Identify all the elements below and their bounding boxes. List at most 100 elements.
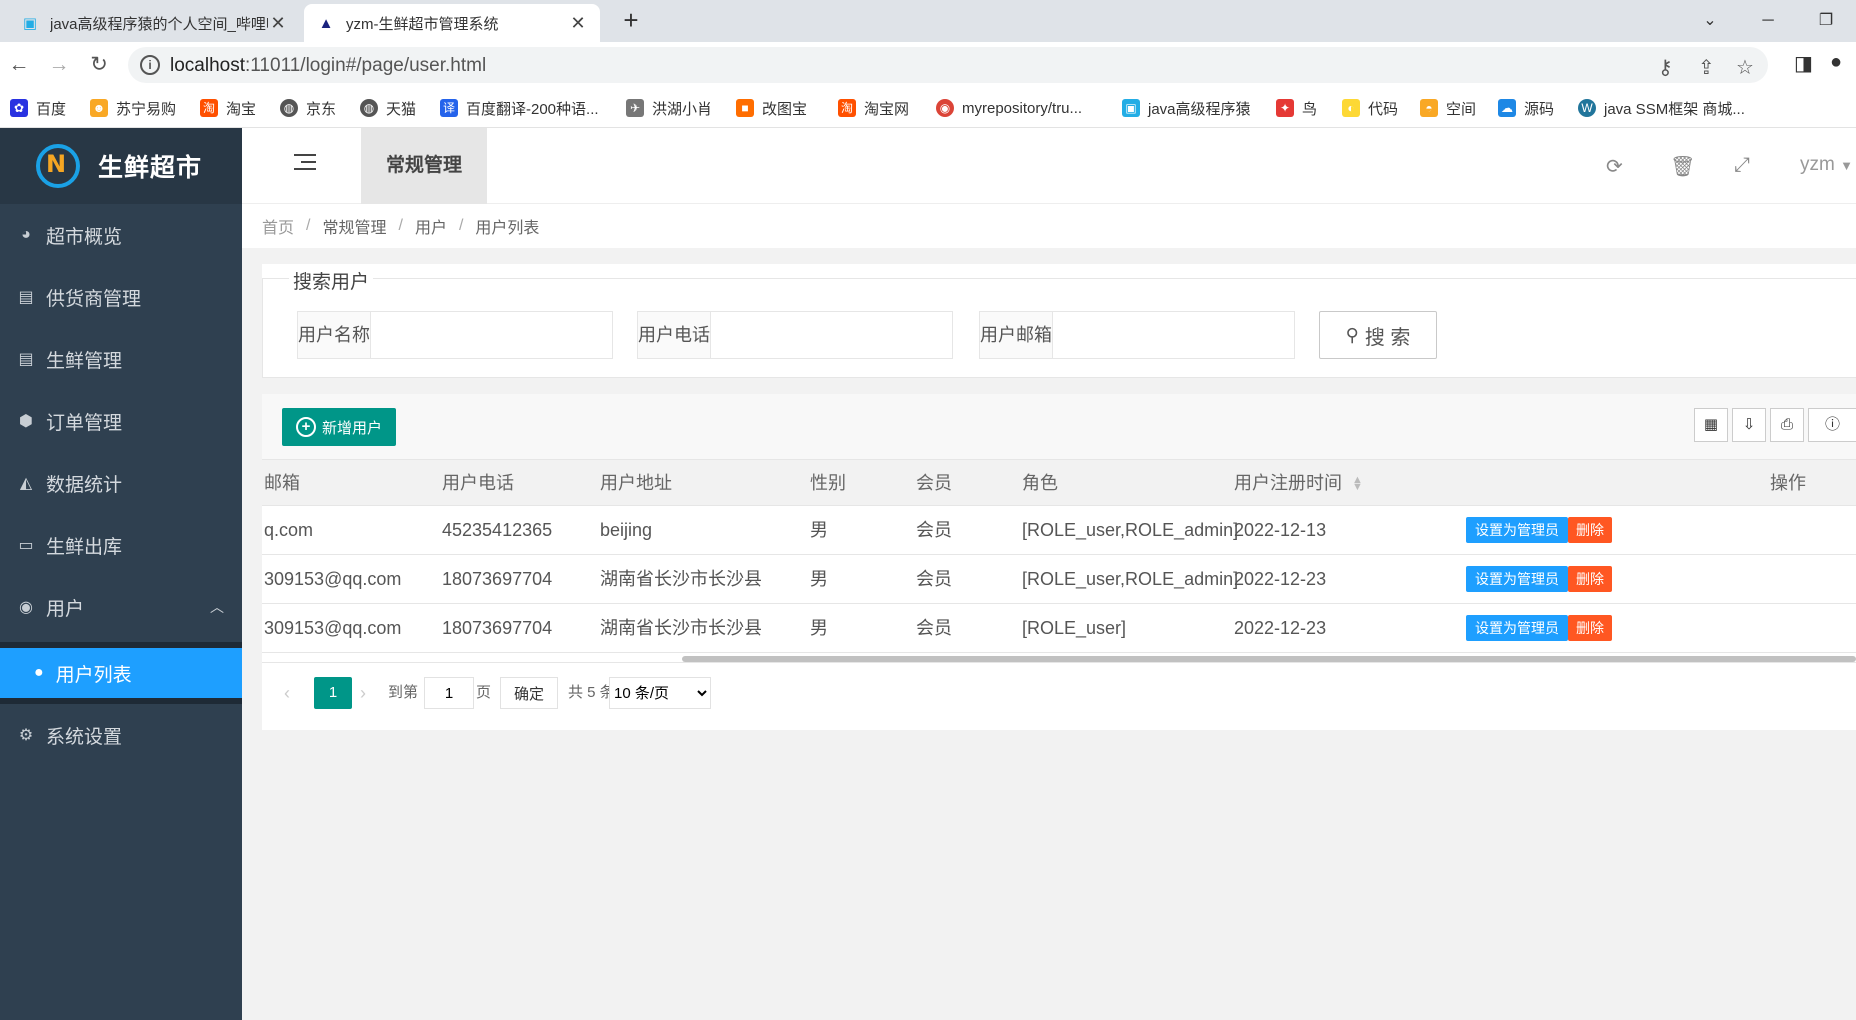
sort-icon[interactable]: ▲ ▼ [1352,475,1363,493]
delete-button[interactable]: 删除 [1568,566,1612,592]
bird-icon: ✦ [1276,99,1294,117]
cell-role: [ROLE_user] [1022,618,1127,638]
breadcrumb-item[interactable]: 常规管理 [322,214,386,238]
columns-icon[interactable]: ▦ [1694,408,1728,442]
share-icon[interactable]: ⇪ [1698,55,1715,80]
page-size-select[interactable]: 10 条/页 [609,677,711,709]
sidebar-item-fresh[interactable]: ▤ 生鲜管理 [0,328,242,390]
cell-address: 湖南省长沙市长沙县 [600,569,762,589]
prev-page-icon[interactable]: ‹ [284,677,290,709]
refresh-icon[interactable]: ⟳ [1606,154,1623,179]
sidebar-item-orders[interactable]: ⬢ 订单管理 [0,390,242,452]
field-label: 用户邮箱 [980,312,1053,358]
bookmark-item[interactable]: ✈ 洪湖小肖 [626,97,712,119]
username-input[interactable] [371,312,612,358]
bookmark-item[interactable]: 淘淘宝 [200,97,256,119]
bookmark-label: 代码 [1368,100,1399,118]
dashboard-icon: ◕ [21,226,31,243]
reload-icon[interactable]: ↻ [84,50,114,80]
browser-tab-bilibili[interactable]: ▣ java高级程序猿的个人空间_哔哩哔哩 ✕ [8,4,300,42]
export-icon[interactable]: ⇩ [1732,408,1766,442]
table-row: q.com 45235412365 beijing 男 会员 [ROLE_use… [262,506,1856,555]
search-button[interactable]: ⚲ 搜 索 [1319,311,1437,359]
bookmark-label: 空间 [1446,100,1477,118]
menu-toggle-icon[interactable] [294,154,316,172]
phone-input[interactable] [711,312,952,358]
close-icon[interactable]: ✕ [568,13,588,34]
print-icon[interactable]: ⎙ [1770,408,1804,442]
sidebar-item-suppliers[interactable]: ▤ 供货商管理 [0,266,242,328]
taobao-icon: 淘 [200,99,218,117]
bookmark-item[interactable]: ■ 改图宝 [736,97,807,119]
profile-icon[interactable]: ● [1830,51,1842,74]
bookmark-label: 源码 [1524,100,1555,118]
bookmark-item[interactable]: ☻ 苏宁易购 [90,97,176,119]
sidebar-item-settings[interactable]: ⚙ 系统设置 [0,704,242,766]
back-icon[interactable]: ← [4,50,34,80]
breadcrumb-item[interactable]: 用户 [415,214,447,238]
bookmark-item[interactable]: 淘淘宝网 [838,97,909,119]
table-panel: + 新增用户 ▦ ⇩ ⎙ ⓘ 邮箱 用户电话 用户地址 性别 会员 角色 用户注册… [262,394,1856,730]
minimize-icon[interactable]: ─ [1748,6,1788,36]
tab-general-management[interactable]: 常规管理 [361,128,487,204]
next-page-icon[interactable]: › [360,677,366,709]
tab-search-icon[interactable]: ⌄ [1690,6,1730,36]
forward-icon[interactable]: → [44,50,74,80]
sidebar-item-overview[interactable]: ◕ 超市概览 [0,204,242,266]
star-icon[interactable]: ☆ [1736,55,1754,80]
add-user-button[interactable]: + 新增用户 [282,408,396,446]
current-page[interactable]: 1 [314,677,352,709]
email-input[interactable] [1053,312,1294,358]
set-admin-button[interactable]: 设置为管理员 [1466,566,1568,592]
cell-date: 2022-12-23 [1234,618,1327,638]
sidepanel-icon[interactable]: ◨ [1794,51,1813,76]
cell-phone: 18073697704 [442,569,553,589]
delete-button[interactable]: 删除 [1568,517,1612,543]
sidebar-item-label: 订单管理 [46,412,123,434]
column-header: 操作 [1770,473,1806,493]
bookmark-item[interactable]: ◓ 空间 [1420,97,1476,119]
bookmark-item[interactable]: Wjava SSM框架 商城... [1578,97,1745,119]
set-admin-button[interactable]: 设置为管理员 [1466,517,1568,543]
new-tab-button[interactable]: + [616,6,646,36]
breadcrumb-item[interactable]: 首页 [262,214,294,238]
info-icon[interactable]: ⓘ [1808,408,1856,442]
delete-button[interactable]: 删除 [1568,615,1612,641]
bookmark-item[interactable]: ◍ 京东 [280,97,336,119]
column-header-sortable[interactable]: 用户注册时间 ▲ ▼ [1234,460,1363,506]
bookmark-item[interactable]: ◐ 代码 [1342,97,1398,119]
bird-icon: ✈ [626,99,644,117]
sidebar-item-label: 生鲜管理 [46,350,123,372]
browser-tab-app[interactable]: ▲ yzm-生鲜超市管理系统 ✕ [304,4,600,42]
sidebar-item-outbound[interactable]: ▭ 生鲜出库 [0,514,242,576]
cell-address: beijing [600,520,653,540]
fullscreen-icon[interactable]: ⤢ [1734,154,1750,177]
site-info-icon[interactable]: i [140,55,160,75]
column-header: 邮箱 [264,473,300,493]
bookmark-item[interactable]: ◍ 天猫 [360,97,416,119]
trash-icon[interactable]: 🗑 [1670,154,1695,179]
app-icon: ▲ [318,14,334,32]
sidebar-item-stats[interactable]: ◭ 数据统计 [0,452,242,514]
user-menu[interactable]: yzm ▼ [1800,154,1853,176]
sidebar-item-users[interactable]: ◉ 用户 ︿ [0,576,242,638]
page-number-input[interactable] [424,677,474,709]
set-admin-button[interactable]: 设置为管理员 [1466,615,1568,641]
url-field[interactable]: i localhost:11011/login#/page/user.html … [128,47,1768,83]
maximize-icon[interactable]: ❐ [1806,6,1846,36]
bookmark-item[interactable]: ◉ myrepository/tru... [936,97,1082,119]
bookmark-item[interactable]: 译百度翻译-200种语... [440,97,599,119]
bookmark-item[interactable]: ✿ 百度 [10,97,66,119]
close-icon[interactable]: ✕ [268,13,288,34]
sidebar-item-user-list[interactable]: ● 用户列表 [0,648,242,698]
sidebar-submenu: ● 用户列表 [0,642,242,704]
logo[interactable]: 生鲜超市 [0,128,242,204]
sidebar-item-label: 超市概览 [46,226,123,248]
bookmark-item[interactable]: ✦ 鸟 [1276,97,1317,119]
key-icon[interactable]: ⚷ [1658,55,1673,80]
bookmark-item[interactable]: ☁ 源码 [1498,97,1554,119]
confirm-page-button[interactable]: 确定 [500,677,558,709]
bookmark-item[interactable]: ▣ java高级程序猿 [1122,97,1251,119]
logo-text: 生鲜超市 [98,154,203,182]
table-row: 309153@qq.com 18073697704 湖南省长沙市长沙县 男 会员… [262,604,1856,653]
